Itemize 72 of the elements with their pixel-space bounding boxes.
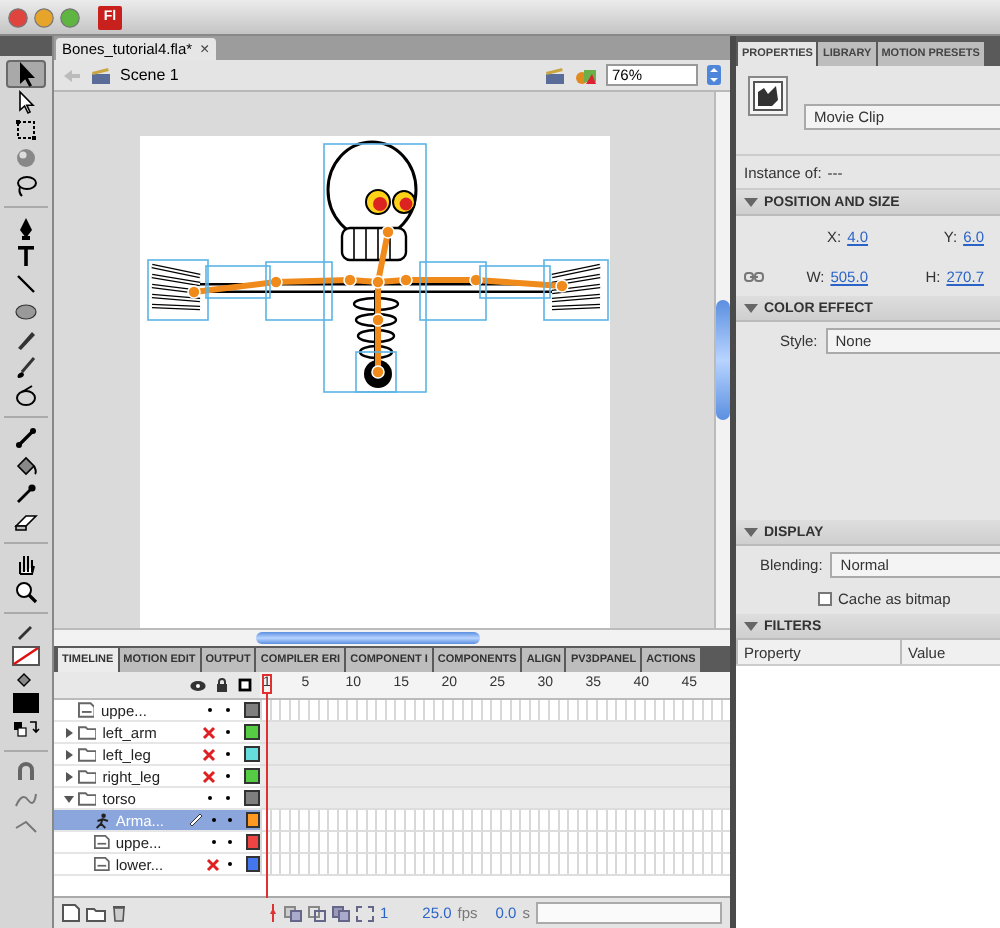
layer-color-swatch[interactable] [245,812,260,828]
clapper-icon [90,65,112,85]
layer-color-swatch[interactable] [244,790,260,806]
expand-arrow-icon[interactable] [64,771,75,781]
hidden-icon[interactable] [202,769,217,783]
bone-icon [12,424,40,452]
hidden-icon[interactable] [202,747,217,761]
new-folder-icon[interactable] [86,905,106,921]
collapse-arrow-icon[interactable] [744,527,758,537]
horizontal-scrollbar[interactable] [54,628,730,646]
shapes-icon[interactable] [574,65,598,85]
layer-color-swatch[interactable] [244,746,260,762]
scene-label: Scene 1 [120,66,179,84]
line-icon [12,270,40,298]
layer-icon [93,856,110,872]
edit-symbols-icon[interactable] [544,65,566,85]
stepper-icon[interactable] [706,64,722,86]
brush-icon [12,354,40,382]
close-icon[interactable] [8,7,28,27]
panel-header [0,36,52,56]
collapse-arrow-icon[interactable] [744,621,758,631]
text-icon [12,242,40,270]
link-icon[interactable] [744,269,764,283]
frame-scrollbar[interactable] [535,902,722,924]
lasso-icon [12,172,40,200]
expand-arrow-icon[interactable] [64,793,75,803]
stroke-color-tool[interactable] [6,620,46,668]
scrollbar-thumb[interactable] [256,632,480,644]
stroke-swatch-icon [10,622,42,666]
playhead[interactable] [262,672,272,898]
expand-arrow-icon[interactable] [64,749,75,759]
layer-color-swatch[interactable] [245,856,260,872]
markers-icon[interactable] [356,905,374,921]
collapse-arrow-icon[interactable] [744,303,758,313]
hidden-icon[interactable] [202,725,217,739]
zoom-icon[interactable] [60,7,80,27]
layer-color-swatch[interactable] [244,724,260,740]
layer-color-swatch[interactable] [244,702,261,718]
movie-clip-icon [748,76,788,116]
sphere-icon [12,144,40,172]
minimize-icon[interactable] [34,7,54,27]
layer-color-swatch[interactable] [245,834,260,850]
onion-skin-icon[interactable] [284,905,302,921]
transform-icon [12,116,40,144]
oval-icon [12,298,40,326]
layer-color-swatch[interactable] [244,768,260,784]
center-frame-icon[interactable] [268,904,278,922]
selection-tool[interactable] [6,60,46,88]
lock-icon[interactable] [216,678,228,692]
pencil-icon [12,326,40,354]
magnet-icon [12,758,40,786]
eye-icon[interactable] [190,679,206,691]
checkbox[interactable] [818,591,832,605]
vertical-scrollbar[interactable] [714,92,730,628]
trash-icon[interactable] [112,904,126,922]
hidden-icon[interactable] [206,857,221,871]
collapse-arrow-icon[interactable] [744,197,758,207]
running-figure-icon [93,811,110,829]
new-layer-icon[interactable] [62,904,80,922]
magnifier-icon [12,578,40,606]
deco-icon [12,382,40,410]
layer-icon [77,702,95,718]
expand-arrow-icon[interactable] [64,727,75,737]
fill-swatch-icon [10,670,42,714]
edit-frames-icon[interactable] [332,905,350,921]
layer-icon [93,834,110,850]
close-button[interactable]: × [200,40,210,58]
scrollbar-thumb[interactable] [716,300,730,420]
paint-bucket-icon [12,452,40,480]
eyedropper-icon [12,480,40,508]
outline-square-icon[interactable] [238,678,252,692]
onion-outline-icon[interactable] [308,905,326,921]
